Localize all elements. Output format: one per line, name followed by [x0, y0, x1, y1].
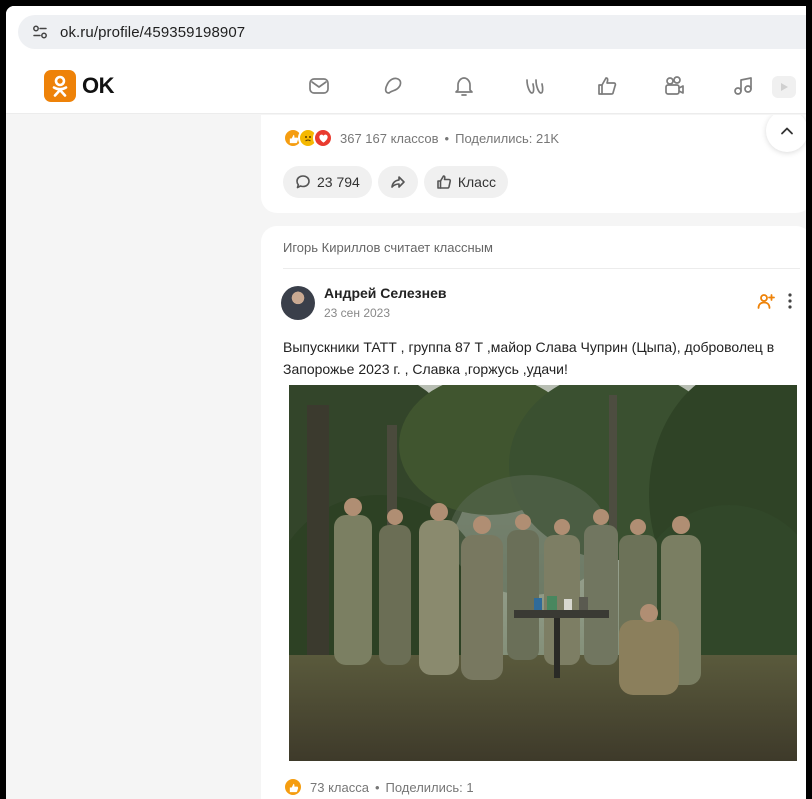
comments-count: 23 794 [317, 174, 360, 190]
music-icon[interactable] [731, 74, 755, 98]
guests-icon[interactable] [523, 74, 547, 98]
feed: 367 167 классов • Поделились: 21K 23 794… [261, 115, 812, 799]
class-label: Класс [457, 174, 496, 190]
chevron-up-icon [781, 127, 793, 135]
divider [283, 268, 800, 269]
heart-reaction-icon [313, 128, 333, 148]
reactions-summary[interactable]: 367 167 классов • Поделились: 21K [283, 128, 559, 148]
separator-dot: • [444, 130, 450, 146]
ok-logo-text: OK [82, 73, 115, 98]
post-context[interactable]: Игорь Кириллов считает классным [283, 240, 493, 255]
post-card: Игорь Кириллов считает классным Андрей С… [261, 226, 812, 799]
like-reaction-icon [283, 777, 303, 797]
previous-post-card: 367 167 классов • Поделились: 21K 23 794… [261, 115, 812, 213]
browser-window: ok.ru/profile/459359198907 OK 367 167 кл… [6, 6, 812, 799]
url-text: ok.ru/profile/459359198907 [60, 23, 246, 41]
site-header: OK [6, 58, 812, 114]
separator-dot: • [374, 779, 380, 795]
ok-logo-icon [44, 70, 76, 102]
post-actions: 23 794 Класс [283, 166, 514, 198]
class-button[interactable]: Класс [423, 166, 508, 198]
messages-icon[interactable] [307, 74, 331, 98]
url-field[interactable]: ok.ru/profile/459359198907 [18, 15, 812, 49]
post-date[interactable]: 23 сен 2023 [324, 306, 390, 320]
class-count[interactable]: 73 класса [310, 780, 369, 795]
group-photo-image [289, 385, 797, 761]
comments-button[interactable]: 23 794 [283, 166, 372, 198]
avatar[interactable] [281, 286, 315, 320]
share-icon [391, 176, 405, 188]
address-bar: ok.ru/profile/459359198907 [6, 6, 812, 58]
post-reactions-summary[interactable]: 73 класса • Поделились: 1 [283, 777, 474, 797]
site-settings-icon[interactable] [30, 22, 50, 42]
scroll-to-top-button[interactable] [766, 115, 808, 152]
friends-icon[interactable] [595, 74, 619, 98]
ok-logo[interactable]: OK [44, 70, 115, 102]
events-icon[interactable] [662, 74, 686, 98]
thumbs-up-icon [437, 175, 451, 189]
video-icon[interactable] [772, 76, 796, 98]
share-button[interactable] [377, 166, 418, 198]
post-text: Выпускники ТАТТ , группа 87 Т ,майор Сла… [283, 339, 775, 377]
post-photo[interactable] [289, 385, 797, 761]
author-name[interactable]: Андрей Селезнев [324, 285, 447, 301]
notifications-icon[interactable] [452, 74, 476, 98]
share-count[interactable]: Поделились: 1 [386, 780, 474, 795]
screen-edge [806, 0, 812, 799]
comment-icon [296, 175, 310, 189]
more-options-icon[interactable] [787, 292, 793, 310]
add-friend-icon[interactable] [757, 292, 775, 310]
left-sidebar [6, 115, 256, 799]
class-count[interactable]: 367 167 классов [340, 131, 439, 146]
share-count[interactable]: Поделились: 21K [455, 131, 559, 146]
discussions-icon[interactable] [381, 74, 405, 98]
